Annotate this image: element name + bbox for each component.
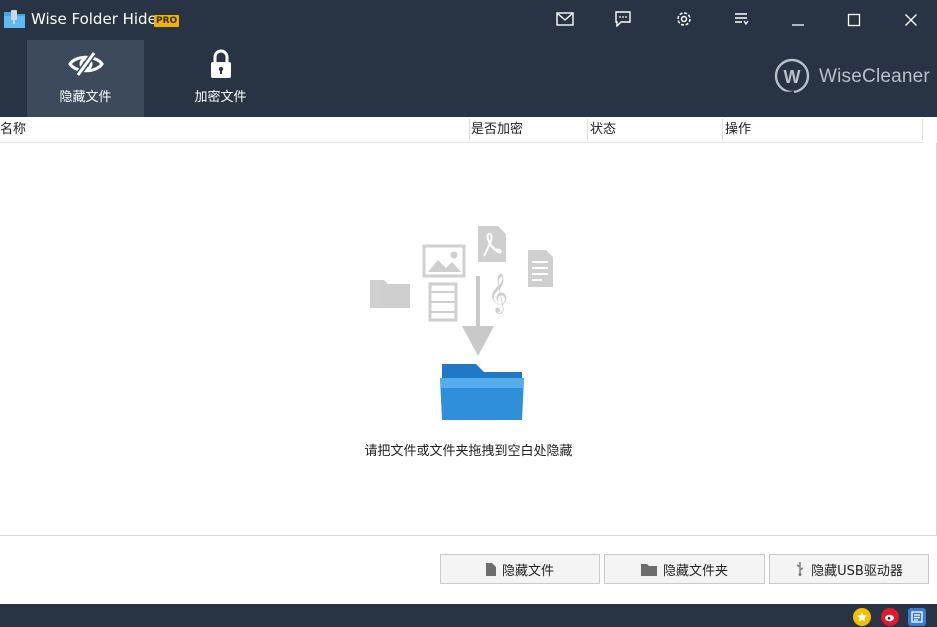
mail-icon[interactable] [554, 9, 576, 29]
file-drop-area[interactable]: 𝄞 请把文件或文件夹拖拽到空白处隐藏 [0, 143, 937, 535]
settings-icon[interactable] [673, 9, 695, 29]
column-separator[interactable] [722, 119, 723, 141]
drag-drop-illustration: 𝄞 [370, 226, 553, 420]
tab-encrypt-files-label: 加密文件 [194, 90, 247, 105]
hide-file-label: 隐藏文件 [501, 563, 554, 579]
tab-encrypt-files[interactable]: 加密文件 [162, 40, 279, 117]
feedback-icon[interactable] [612, 9, 634, 29]
news-icon[interactable] [908, 608, 926, 626]
pro-badge: PRO [154, 15, 180, 27]
hide-usb-button[interactable]: 隐藏USB驱动器 [769, 554, 929, 584]
hide-usb-label: 隐藏USB驱动器 [811, 563, 903, 579]
file-icon [485, 562, 496, 576]
bottom-divider [0, 535, 937, 536]
svg-text:W: W [784, 67, 801, 87]
column-separator[interactable] [922, 119, 923, 141]
usb-icon [796, 562, 804, 576]
column-status[interactable]: 状态 [590, 117, 616, 143]
wisecleaner-brand[interactable]: W WiseCleaner [773, 58, 933, 96]
empty-state-message: 请把文件或文件夹拖拽到空白处隐藏 [364, 444, 573, 459]
column-separator[interactable] [469, 119, 470, 141]
column-actions[interactable]: 操作 [725, 117, 751, 143]
maximize-button[interactable] [834, 6, 874, 34]
column-separator[interactable] [587, 119, 588, 141]
rate-icon[interactable] [853, 608, 871, 626]
eye-slash-icon [67, 50, 104, 78]
menu-icon[interactable] [730, 9, 752, 29]
tab-hide-files[interactable]: 隐藏文件 [27, 40, 144, 117]
app-logo-icon [4, 10, 25, 28]
hide-folder-button[interactable]: 隐藏文件夹 [604, 554, 765, 584]
column-encrypted[interactable]: 是否加密 [471, 117, 523, 143]
app-title: Wise Folder Hider [31, 10, 163, 28]
hide-folder-label: 隐藏文件夹 [662, 563, 728, 579]
wisecleaner-logo-icon: W [774, 58, 810, 95]
folder-icon [640, 563, 657, 576]
brand-name: WiseCleaner [819, 66, 930, 87]
title-toolbar-area: Wise Folder Hider PRO 隐藏文件 加密文件 W WiseCl… [0, 0, 937, 117]
file-list-header: 名称 是否加密 状态 操作 [0, 117, 924, 143]
hide-file-button[interactable]: 隐藏文件 [440, 554, 600, 584]
column-name[interactable]: 名称 [0, 117, 26, 143]
weibo-icon[interactable] [881, 608, 899, 626]
minimize-button[interactable] [778, 6, 818, 34]
tab-hide-files-label: 隐藏文件 [59, 90, 112, 105]
close-button[interactable] [891, 6, 931, 34]
svg-text:𝄞: 𝄞 [488, 273, 508, 314]
lock-icon [203, 49, 239, 78]
status-bar [0, 604, 937, 627]
